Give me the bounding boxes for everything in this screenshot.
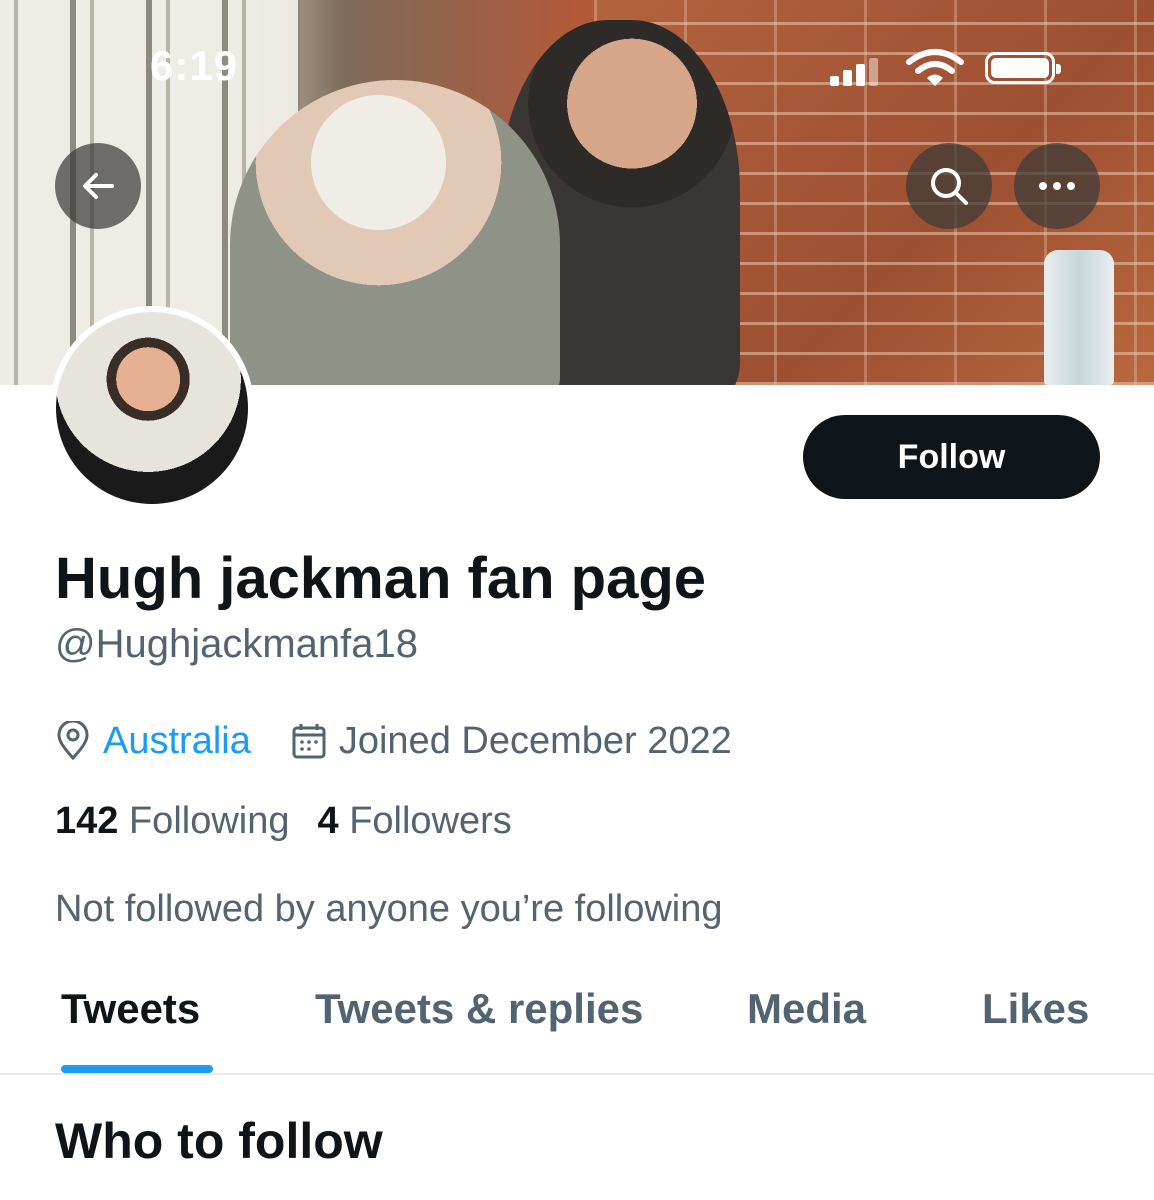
more-icon bbox=[1039, 182, 1075, 190]
followers-label: Followers bbox=[349, 800, 512, 842]
tab-tweets-replies[interactable]: Tweets & replies bbox=[315, 985, 643, 1033]
back-arrow-icon bbox=[83, 173, 114, 199]
avatar-image bbox=[56, 312, 248, 504]
search-icon bbox=[931, 168, 968, 205]
tab-tweets[interactable]: Tweets bbox=[61, 985, 200, 1033]
profile-tabs: Tweets Tweets & replies Media Likes bbox=[0, 985, 1154, 1075]
calendar-icon bbox=[292, 724, 326, 759]
tab-likes[interactable]: Likes bbox=[982, 985, 1089, 1033]
followers-count: 4 bbox=[317, 800, 339, 842]
back-button[interactable] bbox=[55, 143, 141, 229]
profile-counts: 142 Following 4 Followers bbox=[55, 800, 540, 843]
follow-button[interactable]: Follow bbox=[803, 415, 1100, 499]
following-count: 142 bbox=[55, 800, 119, 842]
profile-handle: @Hughjackmanfa18 bbox=[55, 622, 419, 666]
status-time: 6:19 bbox=[150, 42, 239, 89]
tab-media[interactable]: Media bbox=[747, 985, 866, 1033]
profile-joined-date: Joined December 2022 bbox=[338, 719, 732, 762]
search-button[interactable] bbox=[906, 143, 992, 229]
signal-icon bbox=[830, 58, 880, 86]
location-icon bbox=[57, 721, 89, 761]
banner-bottle bbox=[1044, 250, 1114, 385]
following-label: Following bbox=[128, 800, 290, 842]
following-count-link[interactable]: 142 Following bbox=[55, 800, 290, 843]
who-to-follow-heading: Who to follow bbox=[55, 1113, 383, 1169]
divider bbox=[0, 1073, 1154, 1075]
not-followed-text: Not followed by anyone you’re following bbox=[55, 888, 723, 930]
active-tab-indicator bbox=[61, 1065, 213, 1073]
profile-meta: Australia Joined December 2022 bbox=[55, 716, 732, 766]
followers-count-link[interactable]: 4 Followers bbox=[318, 800, 512, 843]
battery-icon bbox=[985, 52, 1061, 84]
profile-location-link[interactable]: Australia bbox=[103, 720, 251, 763]
avatar[interactable] bbox=[50, 306, 254, 510]
more-button[interactable] bbox=[1014, 143, 1100, 229]
wifi-icon bbox=[906, 49, 964, 86]
profile-name: Hugh jackman fan page bbox=[55, 546, 707, 611]
